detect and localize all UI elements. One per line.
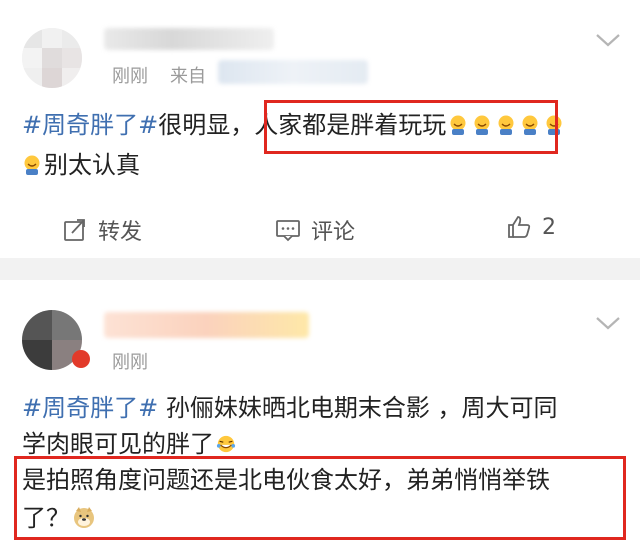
like-icon — [508, 216, 531, 238]
comment-button[interactable]: 评论 — [275, 214, 355, 246]
post-text-line: 别太认真 — [22, 145, 140, 185]
post-text: 很明显， — [158, 111, 255, 139]
post-time: 刚刚 — [112, 66, 148, 87]
hashtag-link[interactable]: #周奇胖了# — [22, 394, 158, 422]
username-blurred[interactable] — [104, 28, 274, 50]
like-button[interactable]: 2 — [506, 214, 556, 240]
comment-icon — [276, 220, 300, 242]
verified-badge — [72, 350, 90, 368]
avatar-blurred[interactable] — [22, 28, 82, 88]
hashtag-link[interactable]: #周奇胖了# — [22, 111, 158, 139]
post-text: 别太认真 — [44, 151, 140, 179]
repost-icon — [64, 219, 85, 241]
like-count: 2 — [542, 214, 556, 240]
action-bar: 转发 评论 2 — [0, 200, 640, 258]
red-highlight-box — [14, 456, 626, 540]
chevron-down-icon[interactable] — [594, 315, 622, 331]
red-highlight-box — [264, 100, 558, 154]
post-time: 刚刚 — [112, 352, 148, 373]
source-blurred — [218, 60, 368, 84]
post-text-line: #周奇胖了# 孙俪妹妹晒北电期末合影 ，周大可同 — [22, 388, 557, 428]
comment-label: 评论 — [311, 220, 356, 245]
post-card-1: 刚刚 来自 #周奇胖了#很明显，人家都是胖着玩玩 别太认真 转发 评论 2 — [0, 0, 640, 258]
username-blurred[interactable] — [104, 312, 309, 338]
post-text: 学肉眼可见的胖了 — [22, 430, 214, 458]
post-source-label: 来自 — [170, 66, 206, 87]
crying-laughing-emoji — [24, 155, 40, 175]
repost-label: 转发 — [98, 220, 143, 245]
post-text: 孙俪妹妹晒北电期末合影 ，周大可同 — [158, 394, 558, 422]
chevron-down-icon[interactable] — [594, 32, 622, 48]
crying-laughing-emoji — [216, 435, 236, 453]
post-separator — [0, 258, 640, 280]
repost-button[interactable]: 转发 — [62, 214, 142, 246]
